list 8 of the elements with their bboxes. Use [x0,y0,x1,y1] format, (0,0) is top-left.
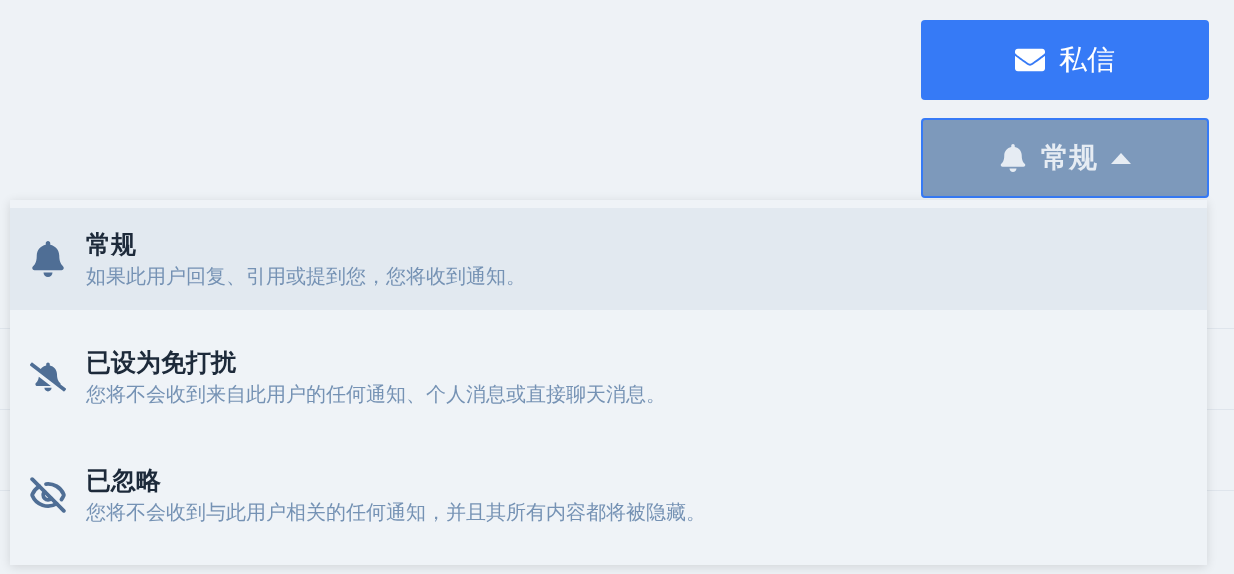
menu-item[interactable]: 常规 如果此用户回复、引用或提到您，您将收到通知。 [10,208,1207,310]
message-button[interactable]: 私信 [921,20,1209,100]
caret-up-icon [1111,152,1131,164]
menu-item[interactable]: 已忽略 您将不会收到与此用户相关的任何通知，并且其所有内容都将被隐藏。 [10,444,1207,546]
menu-item[interactable]: 已设为免打扰 您将不会收到来自此用户的任何通知、个人消息或直接聊天消息。 [10,326,1207,428]
eye-slash-icon [29,476,67,514]
bell-icon [30,241,66,277]
bell-icon [999,144,1027,172]
